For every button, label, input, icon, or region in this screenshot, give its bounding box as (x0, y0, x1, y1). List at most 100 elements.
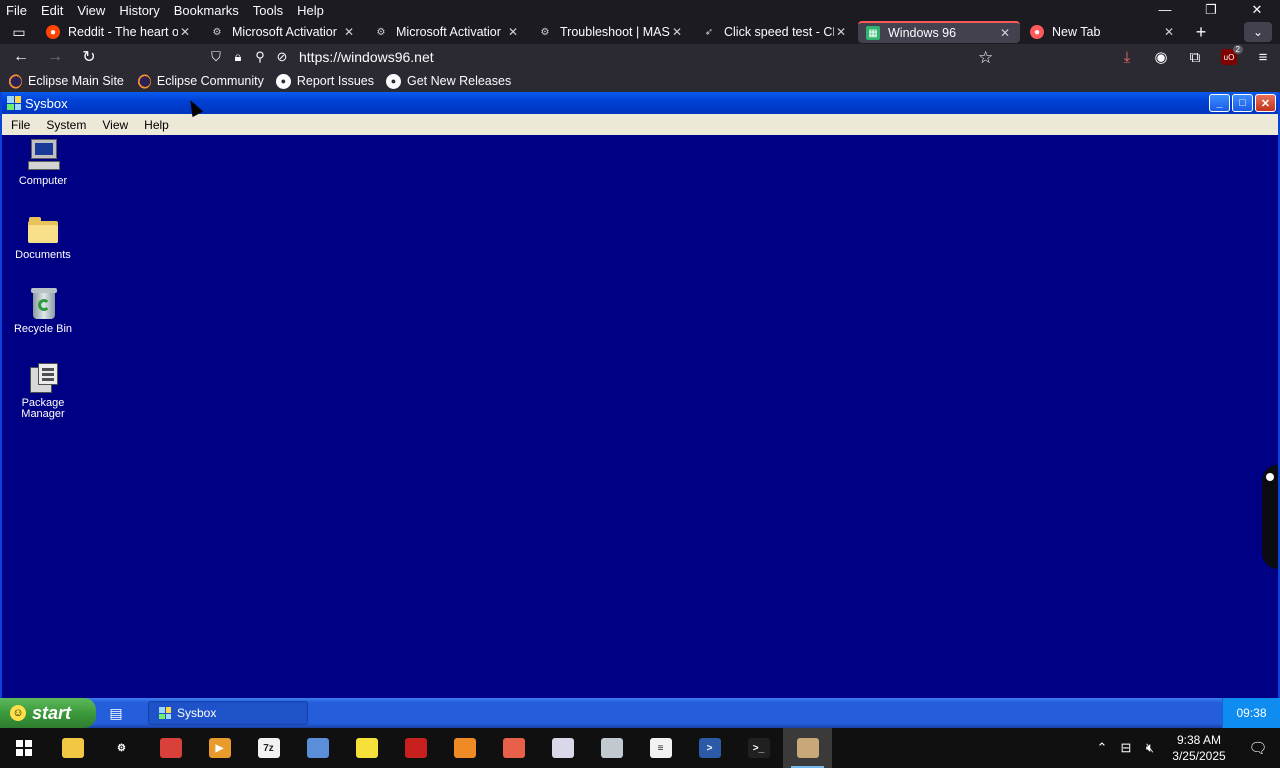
downloads-icon[interactable]: ⤓ (1110, 44, 1144, 70)
tab-close-icon[interactable]: ✕ (670, 25, 684, 39)
minimize-icon[interactable]: — (1142, 0, 1188, 20)
maximize-button[interactable]: □ (1232, 94, 1253, 112)
firefox-icon: ● (1030, 25, 1044, 39)
menu-history[interactable]: History (112, 3, 166, 18)
tab-troubleshoot-mas[interactable]: ⚙ Troubleshoot | MAS ✕ (530, 21, 692, 43)
tab-new-tab[interactable]: ● New Tab ✕ (1022, 21, 1184, 43)
ublock-origin-icon[interactable]: uO 2 (1212, 44, 1246, 70)
menu-tools[interactable]: Tools (246, 3, 290, 18)
sysbox-desktop[interactable]: Computer Documents Recycle Bin Package M… (2, 135, 1278, 698)
sysbox-menu-help[interactable]: Help (136, 118, 177, 132)
w96-start-button[interactable]: ☺ start (0, 698, 96, 728)
taskbar-app-7zip[interactable]: 7z (244, 728, 293, 768)
tab-click-speed-test[interactable]: ➶ Click speed test - CF ✕ (694, 21, 856, 43)
close-icon[interactable]: ✕ (1234, 0, 1280, 20)
autoplay-blocked-icon[interactable]: ⊘ (271, 49, 293, 65)
taskbar-app-spongebob[interactable] (342, 728, 391, 768)
new-tab-button[interactable]: + (1186, 21, 1216, 43)
list-all-tabs-icon[interactable]: ⌄ (1244, 22, 1272, 42)
tab-close-icon[interactable]: ✕ (1162, 25, 1176, 39)
volume-muted-icon[interactable]: 🔇︎ (1138, 740, 1162, 756)
taskbar-clock[interactable]: 9:38 AM 3/25/2025 (1162, 732, 1236, 764)
taskbar-app-red-app[interactable] (391, 728, 440, 768)
w96-task-sysbox[interactable]: Sysbox (148, 701, 308, 725)
close-button[interactable]: ✕ (1255, 94, 1276, 112)
menu-help[interactable]: Help (290, 3, 331, 18)
taskbar-app-cyberfox[interactable] (146, 728, 195, 768)
restore-icon[interactable]: ❐ (1188, 0, 1234, 20)
gear-icon: ⚙ (212, 26, 222, 38)
taskbar-app-terminal[interactable]: >_ (734, 728, 783, 768)
sysbox-app-icon (7, 96, 21, 110)
bookmark-report-issues[interactable]: ● Report Issues (271, 73, 379, 89)
desktop-icon-recycle-bin[interactable]: Recycle Bin (5, 287, 81, 335)
taskbar-app-powershell[interactable]: > (685, 728, 734, 768)
browser-menubar: File Edit View History Bookmarks Tools H… (0, 0, 1280, 20)
url-bar[interactable]: ⛉ 🔒︎ ⚲ ⊘ https://windows96.net (205, 46, 1015, 68)
url-text[interactable]: https://windows96.net (299, 49, 434, 65)
windows-start-button[interactable] (0, 728, 48, 768)
taskbar-app-scanner-app[interactable] (587, 728, 636, 768)
taskbar-app-calculator[interactable] (293, 728, 342, 768)
tab-close-icon[interactable]: ✕ (998, 26, 1012, 40)
tracking-protection-icon[interactable]: ⛉ (205, 49, 227, 65)
scanner-app-icon (600, 738, 623, 758)
taskbar-app-satellite-app[interactable] (538, 728, 587, 768)
taskbar-app-media-player[interactable]: ▶ (195, 728, 244, 768)
notification-center-icon[interactable]: 🗨︎ (1236, 728, 1280, 768)
sysbox-menu-view[interactable]: View (94, 118, 136, 132)
desktop-icon-documents[interactable]: Documents (5, 213, 81, 261)
tab-close-icon[interactable]: ✕ (834, 25, 848, 39)
taskbar-app-list-app[interactable]: ≡ (636, 728, 685, 768)
reload-button[interactable]: ↻ (72, 44, 106, 70)
extensions-icon[interactable]: ⧉ (1178, 44, 1212, 70)
taskbar-app-shrimp-app[interactable] (489, 728, 538, 768)
menu-file[interactable]: File (0, 3, 34, 18)
bookmark-eclipse-community[interactable]: Eclipse Community (131, 73, 269, 89)
tab-close-icon[interactable]: ✕ (506, 25, 520, 39)
permissions-icon[interactable]: ⚲ (249, 49, 271, 65)
network-icon[interactable]: ⊟ (1114, 740, 1138, 756)
spongebob-icon (355, 738, 378, 758)
menu-bookmarks[interactable]: Bookmarks (167, 3, 246, 18)
forward-button[interactable]: → (38, 44, 72, 70)
hamburger-menu-icon[interactable]: ≡ (1246, 44, 1280, 70)
firefox-view-icon[interactable]: ▭ (0, 21, 38, 43)
sysbox-window: Sysbox _ □ ✕ File System View Help Compu… (0, 92, 1280, 698)
back-button[interactable]: ← (4, 44, 38, 70)
minimize-button[interactable]: _ (1209, 94, 1230, 112)
bookmark-eclipse-main-site[interactable]: Eclipse Main Site (2, 73, 129, 89)
tab-close-icon[interactable]: ✕ (342, 25, 356, 39)
bookmark-star-icon[interactable]: ☆ (978, 48, 993, 68)
desktop-icon-package-manager[interactable]: Package Manager (5, 361, 81, 420)
tab-windows96[interactable]: ▦ Windows 96 ✕ (858, 21, 1020, 43)
show-hidden-icons-icon[interactable]: ⌃ (1090, 740, 1114, 756)
toolbar-right: ⤓ ◉ ⧉ uO 2 ≡ (1110, 44, 1280, 70)
desktop-icon-computer[interactable]: Computer (5, 139, 81, 187)
tab-close-icon[interactable]: ✕ (178, 25, 192, 39)
menu-edit[interactable]: Edit (34, 3, 70, 18)
tab-microsoft-activation-2[interactable]: ⚙ Microsoft Activatior ✕ (366, 21, 528, 43)
calculator-icon (306, 738, 329, 758)
tab-microsoft-activation-1[interactable]: ⚙ Microsoft Activatior ✕ (202, 21, 364, 43)
taskbar-app-orange-app[interactable] (440, 728, 489, 768)
lock-icon[interactable]: 🔒︎ (227, 49, 249, 65)
taskbar-app-file-explorer[interactable] (48, 728, 97, 768)
sysbox-menu-system[interactable]: System (38, 118, 94, 132)
show-desktop-icon[interactable]: ▤ (96, 698, 136, 728)
account-icon[interactable]: ◉ (1144, 44, 1178, 70)
tab-label: Microsoft Activatior (232, 25, 337, 39)
shrimp-app-icon (502, 738, 525, 758)
windows-logo-icon (16, 740, 32, 756)
peeking-character-icon[interactable] (1262, 465, 1278, 569)
media-player-icon: ▶ (208, 738, 231, 758)
sysbox-menu-file[interactable]: File (2, 118, 38, 132)
tab-reddit[interactable]: ● Reddit - The heart o ✕ (38, 21, 200, 43)
menu-view[interactable]: View (70, 3, 112, 18)
camera-app-icon (796, 738, 819, 758)
taskbar-app-camera-app[interactable] (783, 728, 832, 768)
bookmark-get-new-releases[interactable]: ● Get New Releases (381, 73, 516, 89)
taskbar-app-settings[interactable]: ⚙ (97, 728, 146, 768)
w96-clock[interactable]: 09:38 (1222, 698, 1280, 728)
taskbar-app-crab-app[interactable] (832, 728, 881, 768)
